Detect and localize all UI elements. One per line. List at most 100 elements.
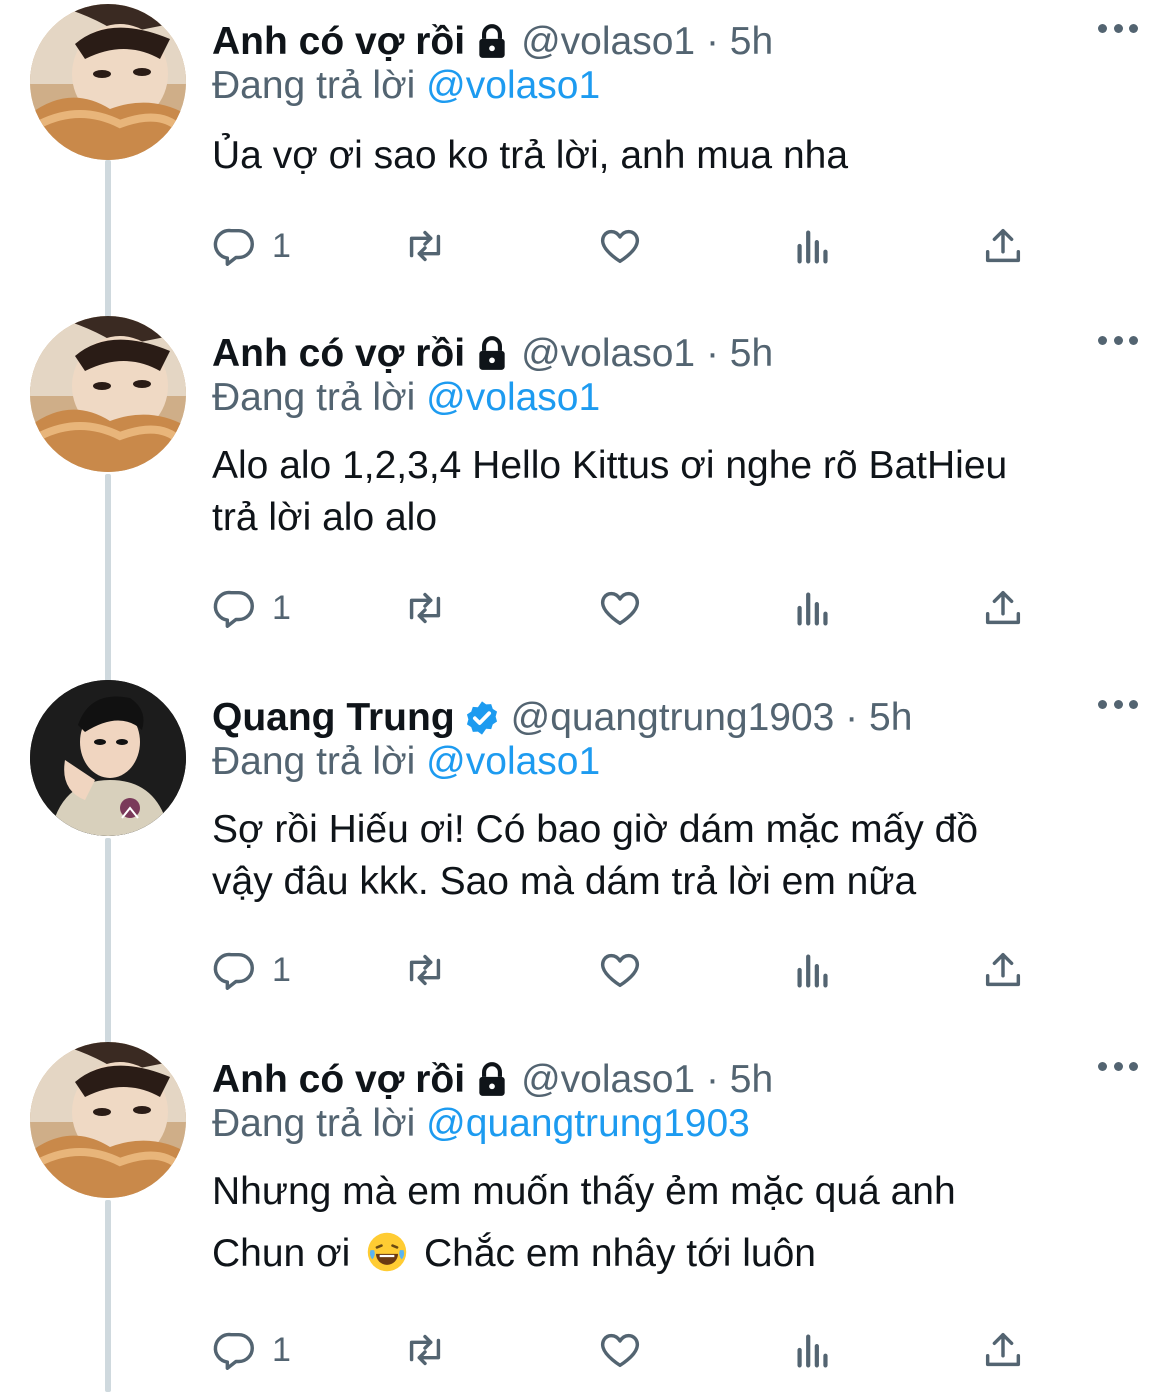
verified-badge-icon (463, 699, 501, 737)
share-icon (985, 228, 1021, 263)
tweet[interactable]: Anh có vợ rồi @volaso1 · 5h Đang trả lời… (0, 1042, 1170, 1392)
replying-to: Đang trả lời @volaso1 (212, 64, 600, 108)
tweet-text-line: Sợ rồi Hiếu ơi! Có bao giờ dám mặc mấy đ… (212, 808, 979, 851)
reply-mention[interactable]: @quangtrung1903 (426, 1102, 750, 1145)
like-button[interactable] (597, 1320, 643, 1380)
tweet-header: Anh có vợ rồi @volaso1 · 5h (212, 324, 773, 384)
avatar[interactable] (30, 4, 186, 160)
like-button[interactable] (597, 578, 643, 638)
reply-icon (213, 1332, 254, 1370)
reply-icon (213, 952, 254, 990)
reply-button[interactable]: 1 (212, 1320, 291, 1380)
handle-time[interactable]: @volaso1 · 5h (521, 332, 773, 376)
retweet-icon (409, 1334, 441, 1366)
reply-button[interactable]: 1 (212, 940, 291, 1000)
more-icon[interactable] (1098, 330, 1138, 350)
retweet-button[interactable] (402, 578, 448, 638)
reply-icon (213, 590, 254, 628)
handle-time[interactable]: @volaso1 · 5h (521, 20, 773, 64)
replying-to: Đang trả lời @volaso1 (212, 376, 600, 420)
action-bar: 1 (212, 578, 1042, 638)
avatar-image (30, 4, 186, 160)
retweet-icon (409, 592, 441, 624)
share-icon (985, 952, 1021, 987)
tweet-text-line: Nhưng mà em muốn thấy ẻm mặc quá anh (212, 1170, 956, 1213)
share-button[interactable] (980, 578, 1026, 638)
analytics-button[interactable] (790, 940, 836, 1000)
reply-button[interactable]: 1 (212, 578, 291, 638)
analytics-button[interactable] (790, 216, 836, 276)
tweet-header: Anh có vợ rồi @volaso1 · 5h (212, 12, 773, 72)
lock-icon (473, 1061, 511, 1099)
tweet-text: Alo alo 1,2,3,4 Hello Kittus ơi nghe rõ … (212, 440, 1132, 544)
action-bar: 1 (212, 1320, 1042, 1380)
share-button[interactable] (980, 940, 1026, 1000)
lock-icon (473, 335, 511, 373)
like-button[interactable] (597, 216, 643, 276)
like-icon (600, 953, 640, 988)
avatar-image (30, 1042, 186, 1198)
reply-mention[interactable]: @volaso1 (426, 376, 600, 419)
tweet-text: Ủa vợ ơi sao ko trả lời, anh mua nha (212, 130, 1132, 182)
more-icon[interactable] (1098, 1056, 1138, 1076)
retweet-icon (409, 230, 441, 262)
reply-prefix: Đang trả lời (212, 376, 416, 419)
avatar[interactable] (30, 680, 186, 836)
tweet-text-line: Chun ơi Chắc em nhây tới luôn (212, 1228, 1132, 1280)
tweet[interactable]: Quang Trung @quangtrung1903 · 5h Đang tr… (0, 680, 1170, 1020)
tweet-text-line: Alo alo 1,2,3,4 Hello Kittus ơi nghe rõ … (212, 444, 1008, 487)
laughing-tears-emoji (365, 1230, 409, 1274)
tweet-header: Anh có vợ rồi @volaso1 · 5h (212, 1050, 773, 1110)
action-bar: 1 (212, 216, 1042, 276)
reply-prefix: Đang trả lời (212, 1102, 416, 1145)
reply-icon (213, 228, 254, 266)
like-icon (600, 229, 640, 264)
tweet-text-fragment: Chun ơi (212, 1232, 351, 1275)
share-icon (985, 590, 1021, 625)
analytics-button[interactable] (790, 578, 836, 638)
like-icon (600, 591, 640, 626)
display-name[interactable]: Anh có vợ rồi (212, 332, 465, 376)
reply-button[interactable]: 1 (212, 216, 291, 276)
tweet-text-fragment: Chắc em nhây tới luôn (424, 1232, 816, 1275)
avatar-image (30, 680, 186, 836)
more-icon[interactable] (1098, 18, 1138, 38)
tweet-header: Quang Trung @quangtrung1903 · 5h (212, 688, 912, 748)
tweet-text: Sợ rồi Hiếu ơi! Có bao giờ dám mặc mấy đ… (212, 804, 1132, 908)
display-name[interactable]: Anh có vợ rồi (212, 20, 465, 64)
retweet-button[interactable] (402, 216, 448, 276)
more-icon[interactable] (1098, 694, 1138, 714)
tweet-text: Nhưng mà em muốn thấy ẻm mặc quá anh Chu… (212, 1166, 1132, 1280)
analytics-icon (797, 1334, 828, 1368)
tweet-text-line: trả lời alo alo (212, 496, 438, 539)
retweet-icon (409, 954, 441, 986)
display-name[interactable]: Anh có vợ rồi (212, 1058, 465, 1102)
tweet[interactable]: Anh có vợ rồi @volaso1 · 5h Đang trả lời… (0, 4, 1170, 304)
analytics-button[interactable] (790, 1320, 836, 1380)
analytics-icon (797, 230, 828, 264)
display-name[interactable]: Quang Trung (212, 696, 455, 740)
share-button[interactable] (980, 1320, 1026, 1380)
reply-mention[interactable]: @volaso1 (426, 740, 600, 783)
tweet-text-line: vậy đâu kkk. Sao mà dám trả lời em nữa (212, 860, 917, 903)
avatar[interactable] (30, 316, 186, 472)
reply-mention[interactable]: @volaso1 (426, 64, 600, 107)
like-button[interactable] (597, 940, 643, 1000)
action-bar: 1 (212, 940, 1042, 1000)
reply-count: 1 (272, 1330, 291, 1369)
handle-time[interactable]: @volaso1 · 5h (521, 1058, 773, 1102)
tweet[interactable]: Anh có vợ rồi @volaso1 · 5h Đang trả lời… (0, 316, 1170, 656)
analytics-icon (797, 592, 828, 626)
share-button[interactable] (980, 216, 1026, 276)
avatar[interactable] (30, 1042, 186, 1198)
analytics-icon (797, 954, 828, 988)
lock-icon (473, 23, 511, 61)
handle-time[interactable]: @quangtrung1903 · 5h (511, 696, 913, 740)
retweet-button[interactable] (402, 940, 448, 1000)
like-icon (600, 1333, 640, 1368)
replying-to: Đang trả lời @volaso1 (212, 740, 600, 784)
reply-count: 1 (272, 950, 291, 989)
reply-prefix: Đang trả lời (212, 64, 416, 107)
retweet-button[interactable] (402, 1320, 448, 1380)
tweet-text-line: Ủa vợ ơi sao ko trả lời, anh mua nha (212, 134, 849, 177)
